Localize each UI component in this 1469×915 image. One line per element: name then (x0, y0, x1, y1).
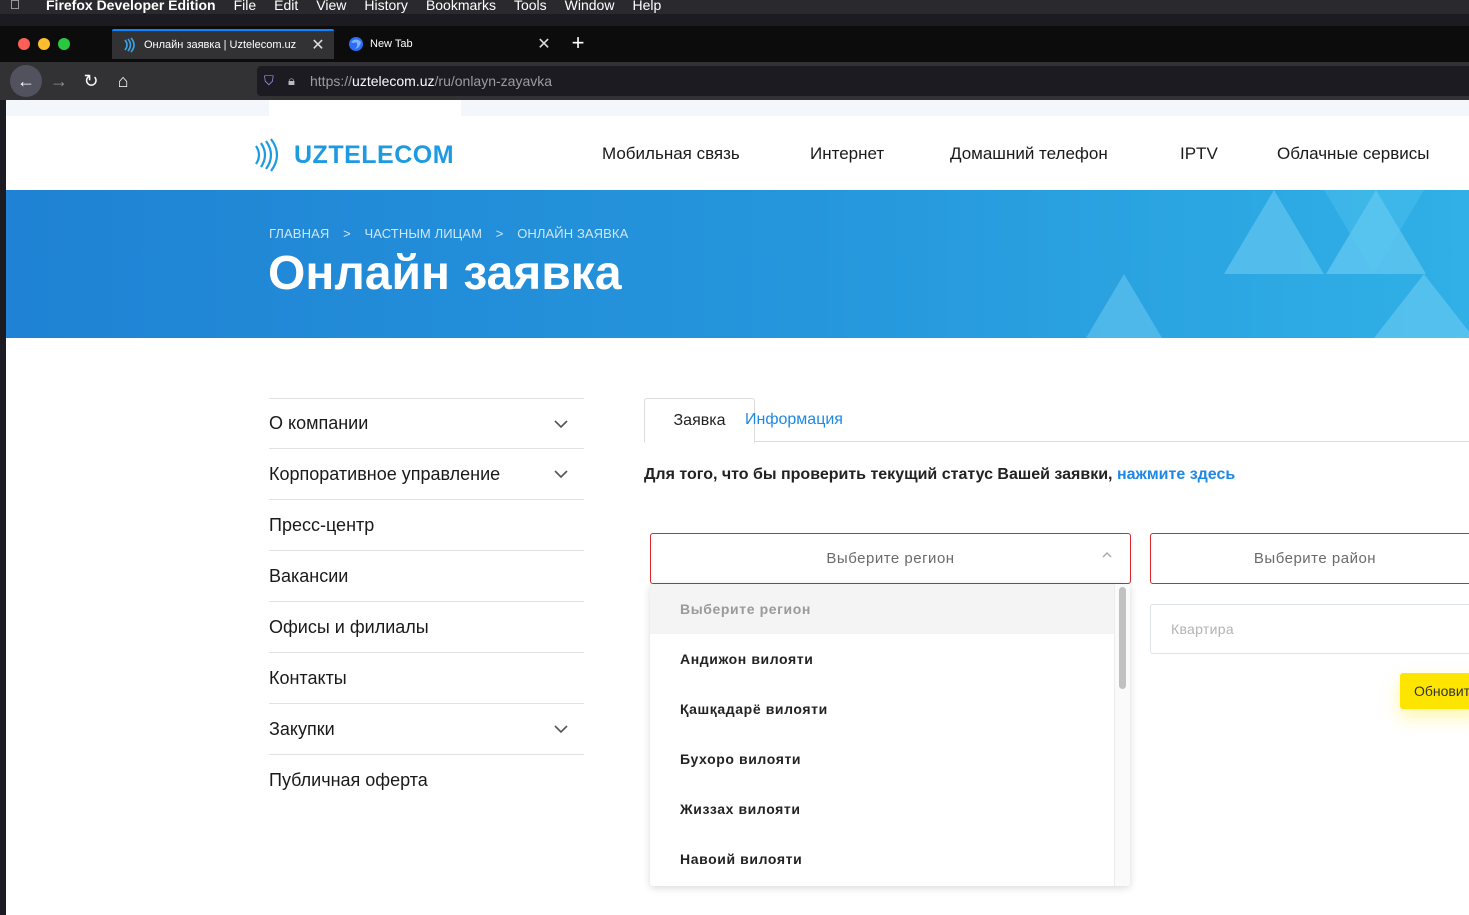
region-dropdown-list: Выберите регион Андижон вилояти Қашқадар… (650, 584, 1130, 886)
hero-banner: ГЛАВНАЯ > ЧАСТНЫМ ЛИЦАМ > ОНЛАЙН ЗАЯВКА … (6, 190, 1469, 338)
breadcrumb-private[interactable]: ЧАСТНЫМ ЛИЦАМ (364, 226, 482, 241)
decor-triangle (1224, 190, 1324, 274)
logo-waves-icon (255, 138, 279, 172)
url-bar[interactable]: ⛉ 🔒︎ https://uztelecom.uz/ru/onlayn-zaya… (257, 66, 1469, 96)
close-window-button[interactable] (18, 38, 30, 50)
macos-menubar:  Firefox Developer Edition File Edit Vi… (0, 0, 1469, 14)
web-page: UZTELECOM Мобильная связь Интернет Домаш… (6, 100, 1469, 915)
sidebar-item-corporate[interactable]: Корпоративное управление (269, 449, 584, 500)
dropdown-option[interactable]: Андижон вилояти (650, 634, 1130, 684)
tab-title: Онлайн заявка | Uztelecom.uz (144, 39, 297, 51)
district-select[interactable]: Выберите район (1150, 533, 1469, 584)
sidebar-item-press[interactable]: Пресс-центр (269, 500, 584, 551)
decor-triangle (1324, 190, 1424, 274)
browser-tabbar: Онлайн заявка | Uztelecom.uz ✕ New Tab ✕… (0, 26, 1469, 62)
menu-bookmarks[interactable]: Bookmarks (426, 0, 496, 12)
logo-text: UZTELECOM (294, 140, 455, 169)
uztelecom-favicon-icon (122, 37, 138, 53)
site-header: UZTELECOM Мобильная связь Интернет Домаш… (6, 116, 1469, 190)
decor-triangle (1086, 274, 1162, 338)
apple-icon[interactable]:  (10, 0, 26, 12)
district-select-value: Выберите район (1253, 550, 1377, 567)
chevron-down-icon[interactable] (554, 417, 568, 431)
new-tab-plus-icon[interactable]: + (566, 31, 590, 55)
nav-cloud[interactable]: Облачные сервисы (1277, 144, 1430, 164)
sidebar-item-label: О компании (269, 413, 369, 433)
zoom-window-button[interactable] (58, 38, 70, 50)
breadcrumb-home[interactable]: ГЛАВНАЯ (269, 226, 329, 241)
menu-tools[interactable]: Tools (514, 0, 547, 12)
sidebar-item-label: Корпоративное управление (269, 463, 501, 484)
status-check-text: Для того, что бы проверить текущий стату… (644, 466, 1235, 484)
nav-internet[interactable]: Интернет (810, 144, 884, 164)
sidebar-item-label: Пресс-центр (269, 514, 375, 535)
menu-file[interactable]: File (234, 0, 257, 12)
status-check-link[interactable]: нажмите здесь (1117, 466, 1235, 483)
top-strip (6, 100, 1469, 116)
breadcrumb-separator: > (343, 226, 351, 241)
sidebar-item-offices[interactable]: Офисы и филиалы (269, 602, 584, 653)
browser-navbar: ← → ↻ ⌂ ⛉ 🔒︎ https://uztelecom.uz/ru/onl… (0, 62, 1469, 100)
dropdown-option[interactable]: Қашқадарё вилояти (650, 684, 1130, 734)
menu-edit[interactable]: Edit (274, 0, 298, 12)
firefox-icon (348, 36, 364, 52)
status-text: Для того, что бы проверить текущий стату… (644, 466, 1113, 483)
menu-history[interactable]: History (364, 0, 408, 12)
chevron-up-icon (1102, 551, 1112, 558)
dropdown-option[interactable]: Бухоро вилояти (650, 734, 1130, 784)
refresh-button[interactable]: Обновить (1400, 673, 1469, 709)
decor-triangle (1374, 274, 1469, 338)
dropdown-option-placeholder[interactable]: Выберите регион (650, 584, 1130, 634)
url-text[interactable]: https://uztelecom.uz/ru/onlayn-zayavka (310, 73, 552, 89)
tab-new-tab[interactable]: New Tab ✕ (338, 29, 560, 59)
tab-information[interactable]: Информация (745, 398, 843, 442)
menu-view[interactable]: View (316, 0, 346, 12)
tracking-shield-icon[interactable]: ⛉ (264, 73, 280, 89)
apartment-input[interactable]: Квартира (1150, 604, 1469, 654)
close-tab-icon[interactable]: ✕ (308, 35, 328, 55)
app-menu-name[interactable]: Firefox Developer Edition (46, 0, 216, 12)
minimize-window-button[interactable] (38, 38, 50, 50)
scrollbar-thumb[interactable] (1119, 587, 1126, 689)
sidebar-item-label: Вакансии (269, 565, 349, 586)
breadcrumb: ГЛАВНАЯ > ЧАСТНЫМ ЛИЦАМ > ОНЛАЙН ЗАЯВКА (269, 226, 638, 241)
sidebar-item-purchases[interactable]: Закупки (269, 704, 584, 755)
home-icon[interactable]: ⌂ (107, 65, 139, 97)
breadcrumb-current: ОНЛАЙН ЗАЯВКА (517, 226, 629, 241)
nav-iptv[interactable]: IPTV (1180, 144, 1218, 164)
page-title: Онлайн заявка (268, 247, 622, 300)
breadcrumb-separator: > (495, 226, 504, 241)
dropdown-scrollbar[interactable] (1114, 584, 1130, 886)
menu-window[interactable]: Window (565, 0, 615, 12)
form-tabs: Заявка Информация (644, 398, 1469, 443)
sidebar-item-label: Публичная оферта (269, 770, 428, 790)
sidebar-item-vacancies[interactable]: Вакансии (269, 551, 584, 602)
chevron-down-icon[interactable] (554, 722, 568, 736)
tab-uztelecom[interactable]: Онлайн заявка | Uztelecom.uz ✕ (112, 29, 334, 59)
nav-mobile[interactable]: Мобильная связь (602, 144, 740, 164)
chevron-down-icon[interactable] (554, 467, 568, 481)
close-tab-icon[interactable]: ✕ (534, 34, 554, 54)
sidebar-item-label: Закупки (269, 718, 335, 739)
back-arrow-icon[interactable]: ← (10, 65, 42, 97)
dropdown-option[interactable]: Навоий вилояти (650, 834, 1130, 884)
nav-home-phone[interactable]: Домашний телефон (950, 144, 1108, 164)
tab-application[interactable]: Заявка (644, 398, 755, 443)
forward-arrow-icon[interactable]: → (43, 65, 75, 97)
sidebar-menu: О компании Корпоративное управление Прес… (269, 398, 584, 806)
region-select-value: Выберите регион (826, 550, 955, 567)
region-select[interactable]: Выберите регион (650, 533, 1131, 584)
dropdown-option[interactable]: Жиззах вилояти (650, 784, 1130, 834)
lock-icon[interactable]: 🔒︎ (288, 73, 304, 89)
sidebar-item-contacts[interactable]: Контакты (269, 653, 584, 704)
sidebar-item-offer[interactable]: Публичная оферта (269, 755, 584, 806)
tab-title: New Tab (370, 38, 413, 50)
sidebar-item-about[interactable]: О компании (269, 398, 584, 449)
uztelecom-logo[interactable]: UZTELECOM (253, 138, 454, 172)
sidebar-item-label: Офисы и филиалы (269, 616, 429, 637)
sidebar-item-label: Контакты (269, 667, 347, 688)
menu-help[interactable]: Help (632, 0, 661, 12)
reload-icon[interactable]: ↻ (75, 65, 107, 97)
